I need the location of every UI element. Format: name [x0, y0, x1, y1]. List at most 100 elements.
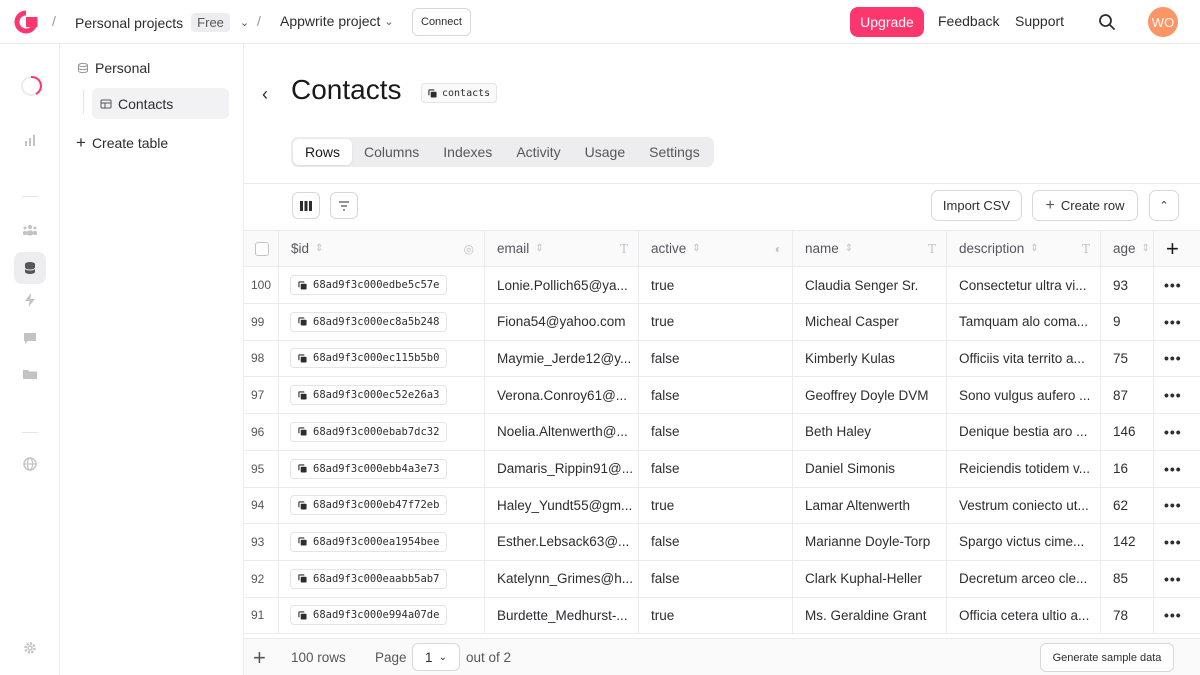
name-cell[interactable]: Daniel Simonis: [793, 450, 947, 487]
database-item[interactable]: Personal: [77, 60, 150, 76]
name-cell[interactable]: Beth Haley: [793, 413, 947, 450]
email-cell[interactable]: Maymie_Jerde12@y...: [485, 340, 639, 377]
tab-columns[interactable]: Columns: [352, 139, 431, 165]
row-id-copy[interactable]: 68ad9f3c000ec8a5b248: [290, 311, 448, 332]
back-chevron-icon[interactable]: ‹: [262, 84, 268, 105]
description-cell[interactable]: Vestrum coniecto ut...: [947, 487, 1101, 524]
active-cell[interactable]: false: [639, 450, 793, 487]
email-cell[interactable]: Fiona54@yahoo.com: [485, 303, 639, 340]
storage-icon[interactable]: [22, 366, 38, 382]
row-id-copy[interactable]: 68ad9f3c000e994a07de: [290, 605, 448, 626]
functions-icon[interactable]: [22, 292, 38, 308]
select-all-checkbox[interactable]: [255, 241, 269, 256]
active-cell[interactable]: true: [639, 597, 793, 634]
sidebar-item-contacts[interactable]: Contacts: [92, 88, 229, 119]
sort-icon[interactable]: ⇕: [1030, 243, 1038, 254]
age-cell[interactable]: 62: [1101, 487, 1154, 524]
email-cell[interactable]: Burdette_Medhurst-...: [485, 597, 639, 634]
more-options-icon[interactable]: •••: [1164, 314, 1182, 330]
age-cell[interactable]: 93: [1101, 267, 1154, 303]
project-selector[interactable]: Appwrite project ⌄: [280, 13, 394, 29]
column-visibility-button[interactable]: [292, 192, 320, 219]
row-id-copy[interactable]: 68ad9f3c000ea1954bee: [290, 531, 448, 552]
email-cell[interactable]: Esther.Lebsack63@...: [485, 523, 639, 560]
column-header-id[interactable]: $id ⇕ ◎: [279, 231, 485, 266]
row-id-copy[interactable]: 68ad9f3c000ebb4a3e73: [290, 458, 448, 479]
upgrade-button[interactable]: Upgrade: [850, 7, 924, 37]
age-cell[interactable]: 78: [1101, 597, 1154, 634]
table-row[interactable]: 100 68ad9f3c000edbe5c57e Lonie.Pollich65@y…: [244, 267, 1200, 304]
description-cell[interactable]: Reiciendis totidem v...: [947, 450, 1101, 487]
table-row[interactable]: 96 68ad9f3c000ebab7dc32 Noelia.Altenwerth@…: [244, 413, 1200, 451]
description-cell[interactable]: Denique bestia aro ...: [947, 413, 1101, 450]
create-row-button[interactable]: + Create row: [1032, 190, 1138, 221]
databases-nav-item[interactable]: [14, 252, 46, 284]
age-cell[interactable]: 142: [1101, 523, 1154, 560]
appwrite-logo-icon[interactable]: [14, 10, 38, 34]
sort-icon[interactable]: ⇕: [692, 243, 700, 254]
avatar[interactable]: WO: [1148, 7, 1178, 37]
table-row[interactable]: 99 68ad9f3c000ec8a5b248 Fiona54@yahoo.com t…: [244, 303, 1200, 341]
sites-globe-icon[interactable]: [22, 456, 38, 472]
sort-icon[interactable]: ⇕: [1142, 243, 1150, 254]
more-options-icon[interactable]: •••: [1164, 350, 1182, 366]
column-header-active[interactable]: active ⇕ ◐: [639, 231, 793, 266]
tab-usage[interactable]: Usage: [573, 139, 637, 165]
more-options-icon[interactable]: •••: [1164, 277, 1182, 293]
description-cell[interactable]: Tamquam alo coma...: [947, 303, 1101, 340]
page-select[interactable]: 1 ⌄: [412, 643, 460, 671]
table-row[interactable]: 92 68ad9f3c000eaabb5ab7 Katelynn_Grimes@h.…: [244, 560, 1200, 598]
tab-indexes[interactable]: Indexes: [431, 139, 504, 165]
email-cell[interactable]: Haley_Yundt55@gm...: [485, 487, 639, 524]
active-cell[interactable]: false: [639, 377, 793, 414]
sort-icon[interactable]: ⇕: [845, 243, 853, 254]
active-cell[interactable]: false: [639, 413, 793, 450]
active-cell[interactable]: false: [639, 523, 793, 560]
more-options-icon[interactable]: •••: [1164, 387, 1182, 403]
generate-sample-data-button[interactable]: Generate sample data: [1040, 643, 1174, 672]
active-cell[interactable]: true: [639, 487, 793, 524]
column-header-name[interactable]: name ⇕ T: [793, 231, 947, 266]
name-cell[interactable]: Claudia Senger Sr.: [793, 267, 947, 303]
row-id-copy[interactable]: 68ad9f3c000ec52e26a3: [290, 385, 448, 406]
column-header-description[interactable]: description ⇕ T: [947, 231, 1101, 266]
connect-button[interactable]: Connect: [412, 8, 471, 36]
more-options-icon[interactable]: •••: [1164, 571, 1182, 587]
name-cell[interactable]: Kimberly Kulas: [793, 340, 947, 377]
tab-rows[interactable]: Rows: [293, 139, 353, 165]
add-row-plus-icon[interactable]: +: [253, 645, 266, 671]
filter-button[interactable]: [330, 192, 358, 219]
description-cell[interactable]: Officiis vita territo a...: [947, 340, 1101, 377]
more-options-icon[interactable]: •••: [1164, 424, 1182, 440]
description-cell[interactable]: Officia cetera ultio a...: [947, 597, 1101, 634]
messaging-icon[interactable]: [22, 330, 38, 346]
active-cell[interactable]: true: [639, 303, 793, 340]
table-row[interactable]: 97 68ad9f3c000ec52e26a3 Verona.Conroy61@..…: [244, 377, 1200, 415]
sort-icon[interactable]: ⇕: [315, 243, 323, 254]
active-cell[interactable]: false: [639, 560, 793, 597]
more-options-icon[interactable]: •••: [1164, 461, 1182, 477]
name-cell[interactable]: Marianne Doyle-Torp: [793, 523, 947, 560]
name-cell[interactable]: Micheal Casper: [793, 303, 947, 340]
active-cell[interactable]: false: [639, 340, 793, 377]
age-cell[interactable]: 85: [1101, 560, 1154, 597]
row-id-copy[interactable]: 68ad9f3c000eb47f72eb: [290, 495, 448, 516]
age-cell[interactable]: 75: [1101, 340, 1154, 377]
email-cell[interactable]: Verona.Conroy61@...: [485, 377, 639, 414]
description-cell[interactable]: Sono vulgus aufero ...: [947, 377, 1101, 414]
email-cell[interactable]: Noelia.Altenwerth@...: [485, 413, 639, 450]
row-id-copy[interactable]: 68ad9f3c000edbe5c57e: [290, 275, 448, 295]
collapse-button[interactable]: ⌃: [1149, 190, 1179, 221]
description-cell[interactable]: Decretum arceo cle...: [947, 560, 1101, 597]
name-cell[interactable]: Geoffrey Doyle DVM: [793, 377, 947, 414]
email-cell[interactable]: Lonie.Pollich65@ya...: [485, 267, 639, 303]
column-header-email[interactable]: email ⇕ T: [485, 231, 639, 266]
table-row[interactable]: 94 68ad9f3c000eb47f72eb Haley_Yundt55@gm..…: [244, 487, 1200, 525]
age-cell[interactable]: 16: [1101, 450, 1154, 487]
description-cell[interactable]: Spargo victus cime...: [947, 523, 1101, 560]
search-icon[interactable]: [1097, 12, 1117, 32]
import-csv-button[interactable]: Import CSV: [931, 190, 1022, 221]
tab-activity[interactable]: Activity: [504, 139, 572, 165]
more-options-icon[interactable]: •••: [1164, 497, 1182, 513]
feedback-link[interactable]: Feedback: [938, 13, 999, 29]
